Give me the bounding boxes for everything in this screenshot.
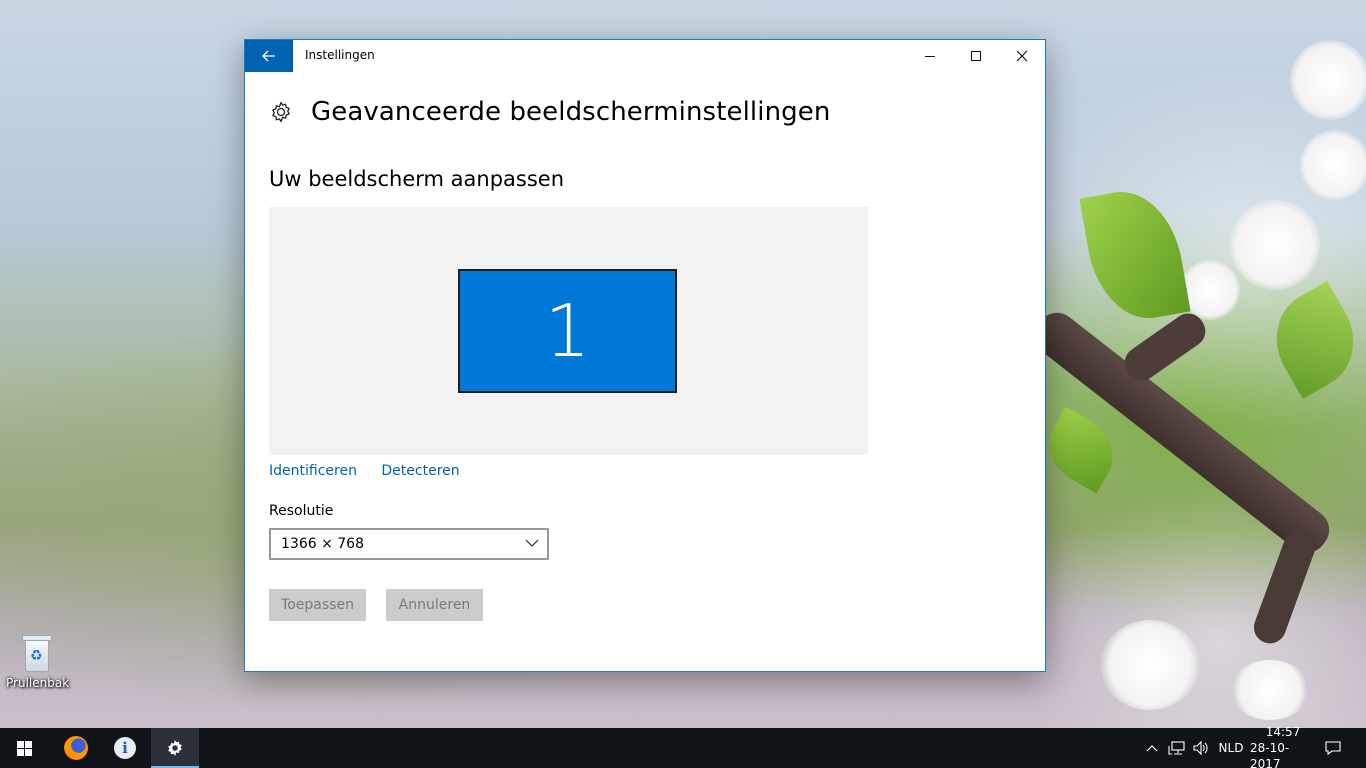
recycle-bin-icon: ♻ [20,632,54,672]
apply-button[interactable]: Toepassen [269,589,366,621]
info-taskbar-button[interactable]: i [101,728,149,768]
start-button[interactable] [0,728,48,768]
firefox-icon [64,736,88,760]
language-indicator[interactable]: NLD [1214,728,1248,768]
chevron-down-icon [525,539,539,547]
resolution-dropdown[interactable]: 1366 × 768 [269,528,549,560]
blossom-decoration [1290,40,1366,120]
minimize-button[interactable] [907,40,953,72]
blossom-decoration [1100,620,1200,710]
identify-link[interactable]: Identificeren [269,463,357,479]
network-icon[interactable] [1166,728,1188,768]
clock-date: 28-10-2017 [1250,741,1290,768]
section-title: Uw beeldscherm aanpassen [269,167,565,191]
info-icon: i [114,737,136,759]
taskbar: i NLD 14:57 28-10-2017 [0,725,1366,768]
clock-time: 14:57 [1265,725,1301,739]
settings-taskbar-button[interactable] [151,728,199,768]
windows-start-icon [16,740,32,756]
recycle-bin-shortcut[interactable]: ♻ Prullenbak [6,632,70,690]
volume-icon[interactable] [1190,728,1212,768]
action-center-icon[interactable] [1320,728,1346,768]
resolution-value: 1366 × 768 [281,536,364,552]
show-hidden-icons-chevron-up-icon[interactable] [1142,728,1162,768]
blossom-decoration [1300,130,1366,200]
clock[interactable]: 14:57 28-10-2017 [1250,725,1316,768]
back-button[interactable] [245,40,293,72]
window-title: Instellingen [305,48,375,62]
firefox-taskbar-button[interactable] [52,728,100,768]
blossom-decoration [1230,200,1320,290]
leaf-decoration [1079,183,1191,327]
arrow-left-icon [262,50,275,62]
branch-decoration [1249,524,1321,648]
cancel-button[interactable]: Annuleren [386,589,483,621]
leaf-decoration [1035,406,1127,494]
blossom-decoration [1230,660,1310,720]
monitor-tile[interactable]: 1 [458,269,677,393]
leaf-decoration [1257,281,1366,399]
recycle-bin-label: Prullenbak [6,676,70,690]
display-links: Identificeren Detecteren [269,463,480,479]
branch-decoration [1118,307,1212,387]
minimize-icon [925,55,935,57]
page-header: Geavanceerde beeldscherminstellingen [269,96,830,128]
maximize-icon [971,51,981,61]
close-icon [1016,50,1028,62]
gear-icon [272,101,290,123]
resolution-label: Resolutie [269,503,334,519]
settings-gear-icon [168,740,182,756]
page-title: Geavanceerde beeldscherminstellingen [311,97,831,127]
display-arrangement-area: 1 [269,207,868,455]
title-bar[interactable]: Instellingen [245,40,1045,72]
close-button[interactable] [999,40,1045,72]
maximize-button[interactable] [953,40,999,72]
settings-window: Instellingen Geavanceerde beeldschermins… [244,39,1046,672]
monitor-number: 1 [544,289,591,373]
detect-link[interactable]: Detecteren [381,463,459,479]
